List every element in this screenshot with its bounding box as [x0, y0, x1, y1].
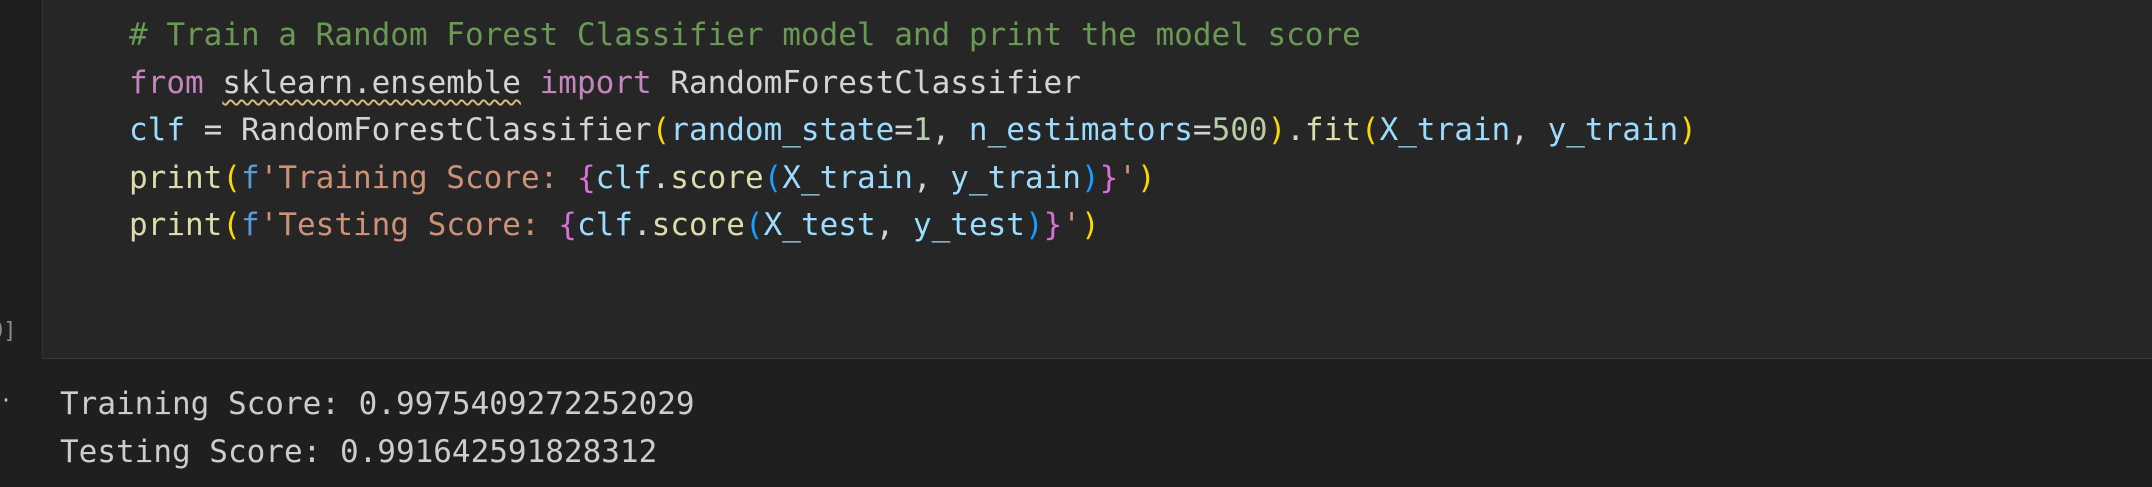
code-editor[interactable]: # Train a Random Forest Classifier model… [42, 0, 2152, 359]
object: clf [595, 160, 652, 196]
string: ' [1118, 160, 1137, 196]
function: print [129, 160, 223, 196]
paren: ) [1024, 207, 1044, 243]
param: n_estimators [968, 112, 1193, 148]
dot: . [651, 160, 671, 196]
comma: , [912, 160, 951, 196]
code-line-5[interactable]: print(f'Testing Score: {clf.score(X_test… [129, 203, 1100, 247]
number: 1 [912, 112, 932, 148]
function: print [129, 207, 223, 243]
arg: X_train [1379, 112, 1511, 148]
comma: , [875, 207, 913, 243]
operator: = [185, 112, 241, 148]
module-name[interactable]: sklearn.ensemble [222, 65, 521, 101]
variable: clf [129, 112, 185, 148]
cell-gutter[interactable]: 9] [0, 0, 42, 360]
keyword-from: from [129, 65, 204, 101]
paren: ( [763, 160, 783, 196]
brace: { [576, 160, 596, 196]
brace: } [1099, 160, 1119, 196]
comment: # Train a Random Forest Classifier model… [129, 17, 1361, 53]
paren: ( [1360, 112, 1380, 148]
fstring-prefix: f [241, 160, 260, 196]
paren: ( [651, 112, 671, 148]
code-line-4[interactable]: print(f'Training Score: {clf.score(X_tra… [129, 156, 1156, 200]
output-line-testing: Testing Score: 0.991642591828312 [60, 434, 658, 470]
method: score [670, 160, 764, 196]
paren: ( [222, 160, 241, 196]
dot: . [1286, 112, 1305, 148]
operator: = [1192, 112, 1212, 148]
method: score [651, 207, 745, 243]
arg: y_test [912, 207, 1025, 243]
execution-count: 9] [0, 319, 17, 344]
param: random_state [670, 112, 895, 148]
number: 500 [1211, 112, 1268, 148]
paren: ) [1080, 207, 1100, 243]
paren: ) [1678, 112, 1697, 148]
string: ' [1062, 207, 1081, 243]
output-line-training: Training Score: 0.9975409272252029 [60, 386, 695, 422]
imported-name: RandomForestClassifier [670, 65, 1081, 101]
code-line-1[interactable]: # Train a Random Forest Classifier model… [129, 13, 1361, 57]
brace: { [558, 207, 577, 243]
collapse-output-icon[interactable]: · [0, 390, 12, 410]
string: 'Testing Score: [259, 207, 559, 243]
arg: X_test [763, 207, 876, 243]
code-line-3[interactable]: clf = RandomForestClassifier(random_stat… [129, 108, 1697, 152]
string: 'Training Score: [259, 160, 577, 196]
paren: ) [1136, 160, 1156, 196]
class-name: RandomForestClassifier [241, 112, 652, 148]
comma: , [931, 112, 969, 148]
brace: } [1043, 207, 1063, 243]
dot: . [632, 207, 652, 243]
comma: , [1510, 112, 1548, 148]
arg: y_train [950, 160, 1081, 196]
keyword-import: import [539, 65, 652, 101]
paren: ) [1080, 160, 1100, 196]
arg: X_train [782, 160, 913, 196]
paren: ( [744, 207, 764, 243]
operator: = [894, 112, 913, 148]
object: clf [576, 207, 633, 243]
cell-output: Training Score: 0.9975409272252029 Testi… [60, 380, 695, 476]
notebook-cell: 9] # Train a Random Forest Classifier mo… [0, 0, 2152, 487]
paren: ( [222, 207, 241, 243]
code-line-2[interactable]: from sklearn.ensemble import RandomFores… [129, 61, 1081, 105]
method: fit [1304, 112, 1361, 148]
fstring-prefix: f [241, 207, 260, 243]
arg: y_train [1547, 112, 1679, 148]
paren: ) [1267, 112, 1287, 148]
